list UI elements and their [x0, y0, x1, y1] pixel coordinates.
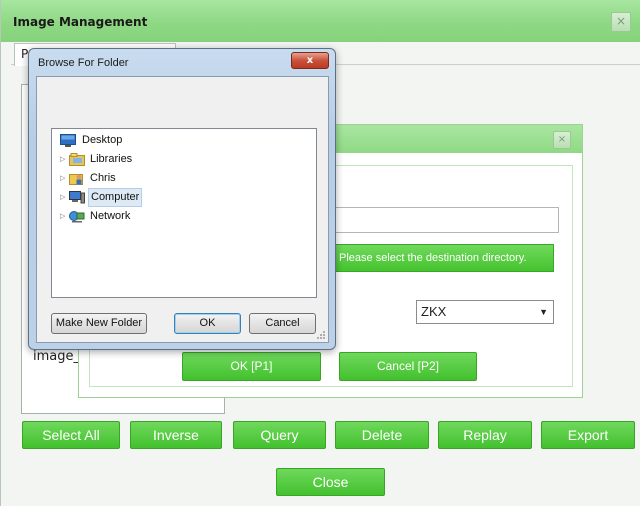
resize-grip-icon[interactable] — [316, 330, 326, 340]
tree-label-desktop: Desktop — [82, 134, 123, 146]
tree-label-computer: Computer — [88, 188, 143, 207]
export-cancel-button[interactable]: Cancel [P2] — [339, 352, 477, 381]
expand-arrow-icon[interactable]: ▷ — [60, 151, 68, 168]
format-select-value: ZKX — [421, 304, 447, 319]
query-button[interactable]: Query — [233, 421, 326, 449]
browse-dialog-title: Browse For Folder — [38, 57, 129, 69]
tree-item-libraries[interactable]: ▷ Libraries — [60, 151, 180, 168]
network-icon — [69, 211, 85, 223]
browse-close-button[interactable]: x — [291, 52, 329, 69]
export-button[interactable]: Export — [541, 421, 635, 449]
destination-path-input[interactable] — [334, 207, 559, 233]
user-folder-icon — [69, 174, 83, 185]
expand-arrow-icon[interactable]: ▷ — [60, 208, 68, 225]
image-list-item[interactable]: image_ — [33, 349, 80, 364]
browse-dialog-client: Desktop ▷ Libraries ▷ Chris ▷ Computer ▷… — [36, 76, 329, 343]
replay-button[interactable]: Replay — [438, 421, 532, 449]
ok-button[interactable]: OK — [174, 313, 241, 334]
format-select[interactable]: ZKX ▼ — [416, 300, 554, 324]
tree-label-chris: Chris — [90, 172, 116, 184]
expand-arrow-icon[interactable]: ▷ — [60, 170, 68, 187]
tree-item-computer[interactable]: ▷ Computer — [60, 188, 180, 207]
expand-arrow-icon[interactable]: ▷ — [60, 189, 68, 206]
export-ok-button[interactable]: OK [P1] — [182, 352, 321, 381]
tree-item-chris[interactable]: ▷ Chris — [60, 170, 180, 187]
close-button[interactable]: Close — [276, 468, 385, 496]
make-new-folder-button[interactable]: Make New Folder — [51, 313, 147, 334]
cancel-button[interactable]: Cancel — [249, 313, 316, 334]
tree-label-libraries: Libraries — [90, 153, 133, 165]
tree-item-network[interactable]: ▷ Network — [60, 208, 180, 225]
main-close-button[interactable]: × — [611, 12, 631, 32]
desktop-icon — [60, 134, 76, 147]
folder-tree[interactable]: Desktop ▷ Libraries ▷ Chris ▷ Computer ▷… — [51, 128, 317, 298]
chevron-down-icon: ▼ — [539, 307, 548, 317]
window-title: Image Management — [13, 15, 148, 29]
select-destination-button[interactable]: Please select the destination directory. — [332, 244, 554, 272]
browse-for-folder-dialog: Browse For Folder x Desktop ▷ Libraries … — [28, 48, 336, 350]
delete-button[interactable]: Delete — [335, 421, 429, 449]
libraries-icon — [69, 153, 85, 166]
inverse-button[interactable]: Inverse — [130, 421, 222, 449]
main-titlebar: Image Management × — [1, 0, 640, 42]
export-dialog-close-button[interactable]: × — [553, 131, 571, 149]
tree-item-desktop[interactable]: Desktop — [60, 132, 180, 149]
tree-label-network: Network — [90, 210, 131, 222]
select-all-button[interactable]: Select All — [22, 421, 120, 449]
computer-icon — [69, 191, 85, 204]
